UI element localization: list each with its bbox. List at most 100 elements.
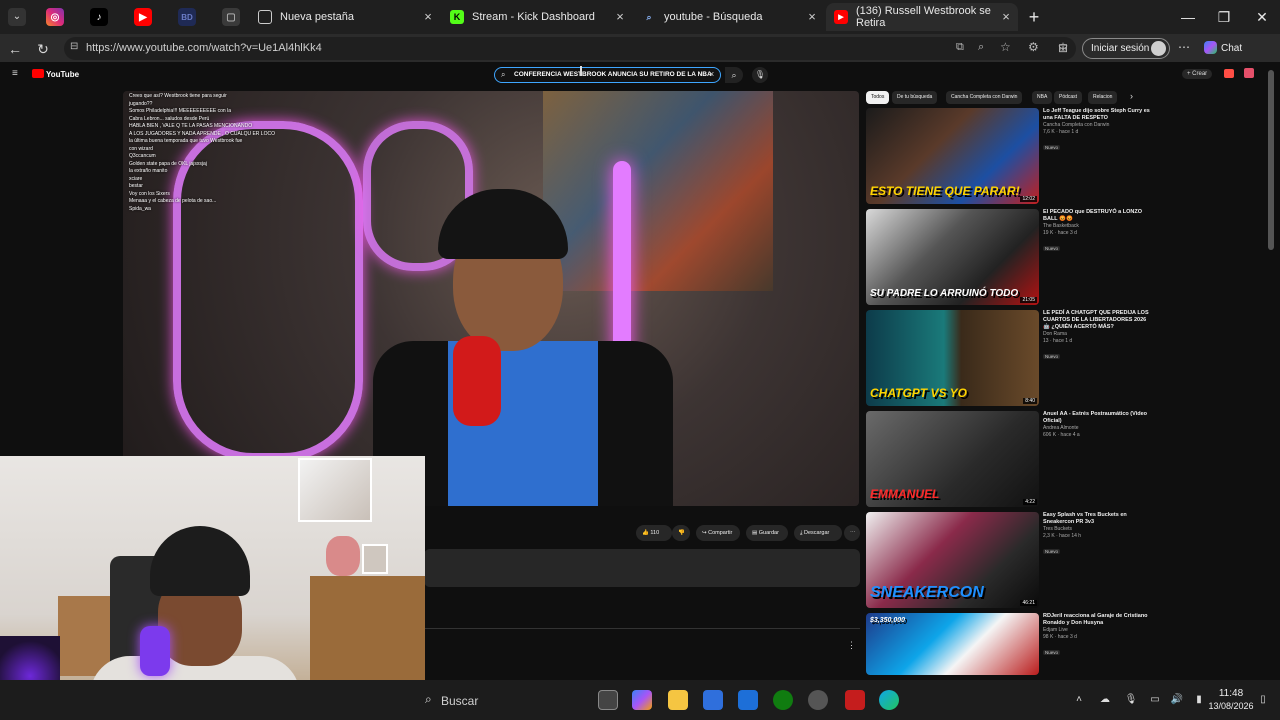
chip-related[interactable]: Relacion — [1088, 91, 1118, 104]
extensions-icon[interactable]: ⚙ — [1028, 40, 1039, 54]
zoom-icon[interactable]: ⌕ — [978, 41, 984, 54]
pinned-tab-instagram-icon[interactable]: ◎ — [46, 8, 64, 26]
restore-icon[interactable]: ❐ — [1206, 6, 1242, 28]
download-button[interactable]: ⤓ Descargar — [794, 525, 842, 541]
battery-icon[interactable]: ▮ — [1192, 693, 1206, 707]
save-button[interactable]: ▤ Guardar — [746, 525, 788, 541]
channel-name[interactable]: Edjam Live — [1043, 627, 1151, 634]
page-scrollbar[interactable] — [1268, 70, 1274, 250]
like-button[interactable]: 👍 110 — [636, 525, 672, 541]
taskbar-clock[interactable]: 11:48 13/08/2026 — [1206, 687, 1256, 713]
pinned-tab-youtube-icon[interactable]: ▶ — [134, 8, 152, 26]
more-menu-icon[interactable]: ⋯ — [1178, 40, 1190, 54]
chip-podcast[interactable]: Pódcast — [1054, 91, 1083, 104]
chip-from-search[interactable]: De tu búsqueda — [892, 91, 938, 104]
copilot-taskbar-icon[interactable] — [632, 690, 652, 710]
recommendation-item[interactable]: EMMANUEL 4:22 Anuel AA - Estrés Postraum… — [866, 411, 1147, 507]
url-field[interactable]: ⊟ https://www.youtube.com/watch?v=Ue1Al4… — [64, 37, 1076, 60]
video-thumbnail[interactable]: SNEAKERCON 46:21 — [866, 512, 1039, 608]
recommendation-item[interactable]: ESTO TIENE QUE PARAR! 12:02 Lo Jeff Teag… — [866, 108, 1150, 204]
account-avatar[interactable] — [1244, 68, 1254, 78]
task-view-icon[interactable] — [598, 690, 618, 710]
video-thumbnail[interactable]: $3,350,000 — [866, 613, 1039, 675]
browser-address-bar: ← ↻ ⊟ https://www.youtube.com/watch?v=Ue… — [0, 34, 1280, 62]
video-duration: 46:21 — [1020, 600, 1037, 606]
video-title[interactable]: El PECADO que DESTRUYÓ a LONZO BALL 😡😡 — [1043, 209, 1151, 223]
tab-kick-dashboard[interactable]: K Stream - Kick Dashboard × — [442, 3, 632, 31]
chip-channel[interactable]: Cancha Completa con Darwin — [946, 91, 1023, 104]
store-icon[interactable] — [703, 690, 723, 710]
chip-nba[interactable]: NBA — [1032, 91, 1053, 104]
comment-menu-icon[interactable]: ⋮ — [847, 640, 856, 651]
network-icon[interactable]: ▭ — [1148, 693, 1162, 707]
volume-icon[interactable]: 🔊 — [1170, 693, 1184, 707]
video-title[interactable]: LE PEDÍ A CHATGPT QUE PREDIJA LOS CUARTO… — [1043, 310, 1151, 331]
app-icon[interactable] — [808, 690, 828, 710]
close-icon[interactable]: × — [998, 9, 1014, 25]
minimize-icon[interactable]: — — [1170, 6, 1206, 28]
file-explorer-icon[interactable] — [668, 690, 688, 710]
video-thumbnail[interactable]: ESTO TIENE QUE PARAR! 12:02 — [866, 108, 1039, 204]
notifications-bell-icon[interactable] — [1224, 69, 1234, 78]
video-player[interactable]: Crees que así? Westbrook tiene para segu… — [123, 91, 859, 506]
collections-icon[interactable]: ⊞ — [1058, 41, 1068, 55]
tab-youtube-search[interactable]: ⌕ youtube - Búsqueda × — [634, 3, 824, 31]
back-arrow-icon[interactable]: ← — [6, 40, 24, 58]
chevron-up-icon[interactable]: ˄ — [1072, 693, 1086, 707]
tab-new-tab[interactable]: Nueva pestaña × — [250, 3, 440, 31]
youtube-search-input[interactable]: ⌕ CONFERENCIA WESTBROOK ANUNCIA SU RETIR… — [494, 67, 721, 83]
create-button[interactable]: + Crear — [1182, 69, 1213, 79]
channel-name[interactable]: Tres Buckets — [1043, 526, 1151, 533]
pinned-tab-generic-icon[interactable]: ▢ — [222, 8, 240, 26]
search-button-icon[interactable]: ⌕ — [725, 67, 743, 83]
recommendation-item[interactable]: CHATGPT VS YO 8:40 LE PEDÍ A CHATGPT QUE… — [866, 310, 1149, 406]
microphone-icon[interactable]: 🎙 — [1124, 693, 1138, 707]
app-available-icon[interactable]: ⧉ — [956, 41, 964, 54]
channel-name[interactable]: Andrea Almonte — [1043, 425, 1151, 432]
channel-name[interactable]: Don Rama — [1043, 331, 1151, 338]
video-thumbnail[interactable]: SU PADRE LO ARRUINÓ TODO 21:05 — [866, 209, 1039, 305]
media-app-icon[interactable] — [845, 690, 865, 710]
channel-name[interactable]: The Basketback — [1043, 223, 1151, 230]
voice-search-mic-icon[interactable]: 🎙 — [752, 67, 768, 83]
close-icon[interactable]: × — [804, 9, 820, 25]
close-icon[interactable]: × — [420, 9, 436, 25]
video-description-box[interactable] — [424, 549, 860, 587]
recommendation-item[interactable]: SU PADRE LO ARRUINÓ TODO 21:05 El PECADO… — [866, 209, 1146, 305]
pinned-tab-tiktok-icon[interactable]: ♪ — [90, 8, 108, 26]
clear-search-icon[interactable]: × — [709, 69, 714, 79]
video-title[interactable]: RDJeril reacciona al Garaje de Cristiano… — [1043, 613, 1151, 627]
video-title[interactable]: Easy Splash vs Tres Buckets en Sneakerco… — [1043, 512, 1151, 526]
tab-youtube-video[interactable]: ▶ (136) Russell Westbrook se Retira × — [826, 3, 1018, 31]
outlook-icon[interactable] — [738, 690, 758, 710]
chip-all[interactable]: Todos — [866, 91, 890, 104]
favorite-star-icon[interactable]: ☆ — [1000, 40, 1011, 54]
xbox-icon[interactable] — [773, 690, 793, 710]
pinned-tab-app-icon[interactable]: BD — [178, 8, 196, 26]
hamburger-menu-icon[interactable]: ≡ — [12, 68, 18, 79]
signin-button[interactable]: Iniciar sesión — [1082, 38, 1170, 59]
edge-browser-icon[interactable] — [879, 690, 899, 710]
recommendation-item[interactable]: $3,350,000 RDJeril reacciona al Garaje d… — [866, 613, 1148, 675]
cloud-icon[interactable]: ☁ — [1098, 693, 1112, 707]
taskbar-search[interactable]: ⌕ Buscar — [425, 687, 585, 713]
close-window-icon[interactable]: ✕ — [1244, 6, 1280, 28]
video-thumbnail[interactable]: EMMANUEL 4:22 — [866, 411, 1039, 507]
video-title[interactable]: Lo Jeff Teague dijo sobre Steph Curry es… — [1043, 108, 1151, 122]
copilot-chat-button[interactable]: Chat — [1204, 41, 1242, 54]
tab-actions-chevron-icon[interactable]: ⌄ — [8, 8, 26, 26]
close-icon[interactable]: × — [612, 9, 628, 25]
more-actions-icon[interactable]: ⋯ — [844, 525, 860, 541]
recommendation-item[interactable]: SNEAKERCON 46:21 Easy Splash vs Tres Buc… — [866, 512, 1146, 608]
dislike-button[interactable]: 👎 — [672, 525, 690, 541]
new-tab-plus-icon[interactable]: + — [1024, 7, 1044, 27]
chevron-right-icon[interactable]: › — [1130, 91, 1133, 101]
channel-name[interactable]: Cancha Completa con Darwin — [1043, 122, 1151, 129]
video-thumbnail[interactable]: CHATGPT VS YO 8:40 — [866, 310, 1039, 406]
share-button[interactable]: ↪ Compartir — [696, 525, 740, 541]
notifications-icon[interactable]: ▯ — [1256, 693, 1270, 707]
youtube-logo[interactable]: YouTube — [32, 69, 79, 79]
reload-icon[interactable]: ↻ — [34, 40, 52, 58]
video-title[interactable]: Anuel AA - Estrés Postraumático (Video O… — [1043, 411, 1151, 425]
site-info-icon[interactable]: ⊟ — [70, 41, 78, 52]
